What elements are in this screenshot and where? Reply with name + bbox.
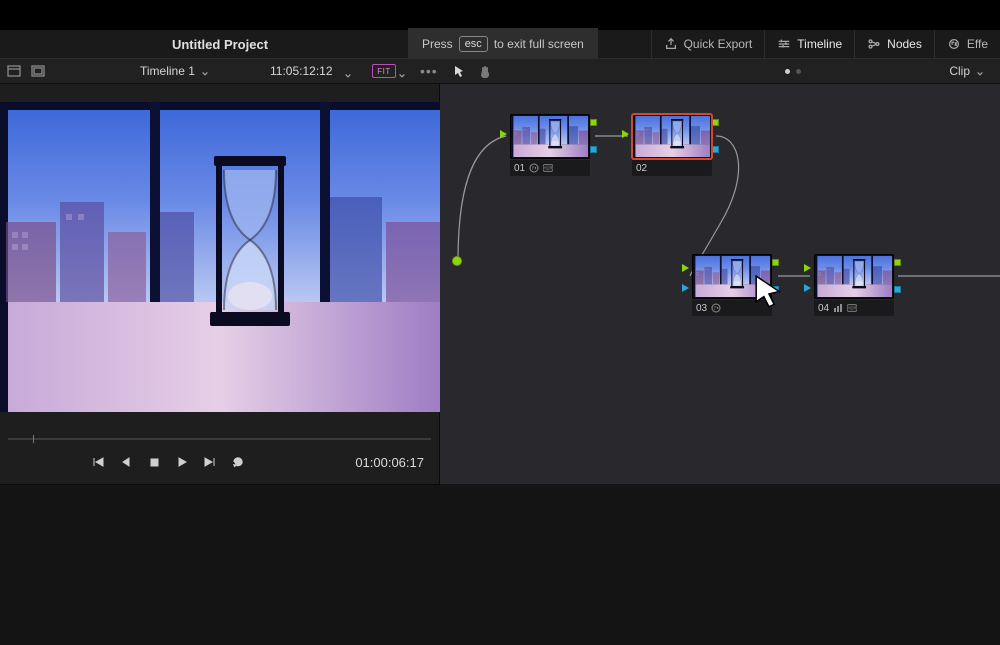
fullscreen-hint: Press esc to exit full screen [408,28,598,60]
graph-input-anchor[interactable] [452,256,462,266]
page-dot-1[interactable] [785,69,790,74]
esc-keycap: esc [459,36,488,52]
project-title: Untitled Project [0,37,440,52]
fx-badge-icon [529,163,539,173]
export-icon [664,37,678,51]
node-page-dots[interactable] [785,69,801,74]
hint-prefix: Press [422,37,453,51]
svg-text:HDR: HDR [544,166,553,171]
node-label: 02 [636,163,647,174]
go-to-end-button[interactable] [202,454,218,470]
play-button[interactable] [174,454,190,470]
timeline-icon [777,37,791,51]
fx-badge-icon [711,303,721,313]
svg-text:HDR: HDR [848,306,857,311]
node-label: 03 [696,303,707,314]
chevron-down-icon [201,67,209,75]
page-dot-2[interactable] [796,69,801,74]
effects-button[interactable]: Effe [934,30,1000,58]
header-bar: Untitled Project Press esc to exit full … [0,30,1000,58]
scrub-bar[interactable] [8,438,431,440]
more-options-icon[interactable]: ••• [420,63,438,79]
secondary-toolbar: Timeline 1 11:05:12:12 FIT ••• Clip [0,58,1000,84]
node-03[interactable]: 03 [692,254,772,316]
timeline-name: Timeline 1 [140,64,195,78]
playhead[interactable] [33,435,34,443]
record-timecode[interactable]: 11:05:12:12 [270,64,333,78]
hint-suffix: to exit full screen [494,37,584,51]
timeline-button[interactable]: Timeline [764,30,854,58]
timeline-selector[interactable]: Timeline 1 [140,64,209,78]
fit-zoom-badge[interactable]: FIT [372,64,396,78]
selection-tool-icon[interactable] [450,62,468,80]
nodes-button[interactable]: Nodes [854,30,934,58]
chevron-down-icon [976,67,984,75]
transport-controls: 01:00:06:17 [0,448,440,476]
node-01[interactable]: 01 HDR [510,114,590,176]
nodes-icon [867,37,881,51]
viewer-image[interactable] [0,102,440,412]
hdr-badge-icon: HDR [847,303,857,313]
hdr-badge-icon: HDR [543,163,553,173]
play-timecode[interactable]: 01:00:06:17 [355,455,424,470]
top-right-toolbar: Quick Export Timeline Nodes Effe [651,30,1000,58]
node-graph[interactable]: 01 HDR 02 03 [440,84,1000,484]
node-02[interactable]: 02 [632,114,712,176]
tc-chevron-icon[interactable] [344,67,352,75]
bottom-panel [0,484,1000,645]
loop-button[interactable] [230,454,246,470]
pan-tool-icon[interactable] [476,62,494,80]
node-label: 01 [514,163,525,174]
view-mode-2-icon[interactable] [26,59,50,83]
view-mode-1-icon[interactable] [2,59,26,83]
quick-export-button[interactable]: Quick Export [651,30,765,58]
step-back-button[interactable] [118,454,134,470]
fx-icon [947,37,961,51]
node-label: 04 [818,303,829,314]
stop-button[interactable] [146,454,162,470]
fit-chevron-icon[interactable] [398,67,406,75]
cursor-overlay-icon [731,271,807,312]
viewer-pane: 01:00:06:17 [0,84,440,484]
clip-dropdown[interactable]: Clip [949,64,984,78]
node-04[interactable]: 04 HDR [814,254,894,316]
bars-badge-icon [833,303,843,313]
go-to-start-button[interactable] [90,454,106,470]
